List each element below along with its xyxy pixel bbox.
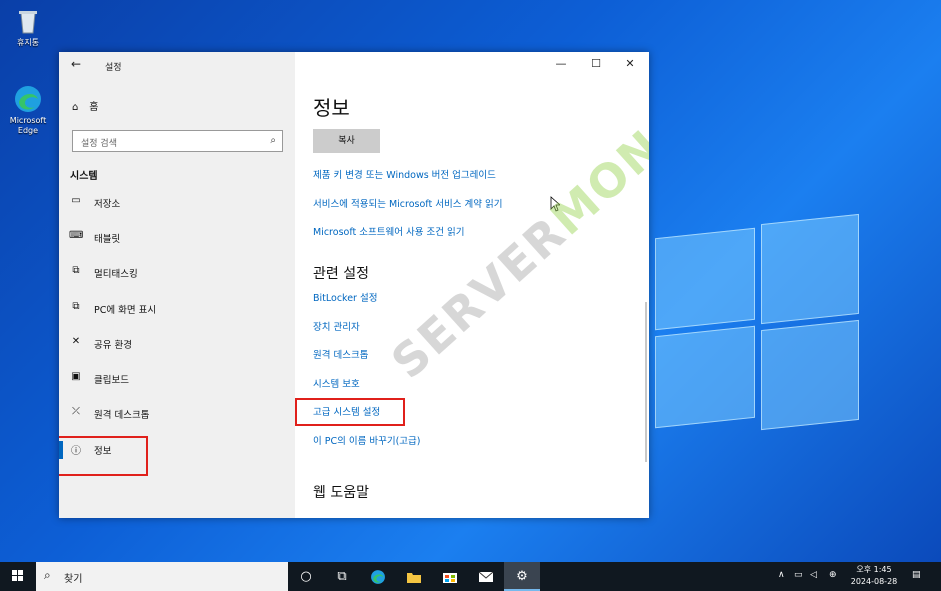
store-icon [443, 572, 457, 583]
gear-icon: ⚙ [516, 569, 528, 584]
link-license-terms[interactable]: Microsoft 소프트웨어 사용 조건 읽기 [313, 224, 464, 238]
cortana-button[interactable]: ○ [288, 562, 324, 591]
sidebar-item-label: 태블릿 [94, 234, 121, 245]
taskbar-settings-button[interactable]: ⚙ [504, 562, 540, 591]
copy-button[interactable]: 복사 [313, 129, 380, 153]
start-button[interactable] [0, 562, 36, 591]
link-rename-pc[interactable]: 이 PC의 이름 바꾸기(고급) [313, 433, 421, 447]
settings-window: ← 설정 ⌂ 홈 설정 검색 ⌕ 시스템 ▭ 저장소 ⌨ 태블릿 ⧉ 멀티태스킹… [59, 52, 649, 518]
clipboard-icon: ▣ [71, 371, 81, 382]
link-bitlocker[interactable]: BitLocker 설정 [313, 290, 377, 304]
notification-icon[interactable]: ▤ [912, 570, 921, 580]
sidebar-item-project[interactable]: ⧉ PC에 화면 표시 [59, 297, 295, 321]
link-service-agreement[interactable]: 서비스에 적용되는 Microsoft 서비스 계약 읽기 [313, 196, 502, 210]
link-system-protection[interactable]: 시스템 보호 [313, 376, 360, 390]
sidebar-item-clipboard[interactable]: ▣ 클립보드 [59, 367, 295, 391]
sidebar-item-label: 공유 환경 [94, 340, 132, 351]
link-device-manager[interactable]: 장치 관리자 [313, 319, 360, 333]
taskbar-edge-button[interactable] [360, 562, 396, 591]
link-remote-desktop[interactable]: 원격 데스크톱 [313, 347, 368, 361]
clock-date: 2024-08-28 [850, 577, 898, 586]
scrollbar[interactable] [645, 302, 647, 462]
desktop-icon-edge[interactable]: Microsoft Edge [0, 84, 56, 136]
network-icon[interactable]: ▭ [794, 570, 803, 580]
taskbar-clock[interactable]: 오후 1:45 2024-08-28 [847, 564, 901, 588]
storage-icon: ▭ [71, 195, 81, 206]
sidebar-item-shared[interactable]: ✕ 공유 환경 [59, 332, 295, 356]
sidebar-item-label: 원격 데스크톱 [94, 410, 150, 421]
volume-icon[interactable]: ◁ [810, 570, 817, 580]
settings-search-input[interactable]: 설정 검색 ⌕ [72, 130, 283, 152]
project-icon: ⧉ [72, 301, 80, 312]
minimize-button[interactable]: — [551, 57, 571, 70]
taskbar-search-box[interactable]: ⌕ 찾기 [36, 562, 288, 591]
sidebar-home[interactable]: ⌂ 홈 [72, 98, 98, 113]
sidebar-item-label: 저장소 [94, 199, 121, 210]
mail-icon [478, 571, 494, 582]
clock-time: 오후 1:45 [856, 565, 892, 574]
sidebar-item-storage[interactable]: ▭ 저장소 [59, 191, 295, 215]
shared-experiences-icon: ✕ [71, 336, 81, 347]
edge-icon [13, 84, 43, 114]
taskbar-store-button[interactable] [432, 562, 468, 591]
maximize-button[interactable]: ☐ [586, 57, 606, 70]
taskbar-explorer-button[interactable] [396, 562, 432, 591]
ime-indicator[interactable]: ⊕ [829, 570, 837, 580]
sidebar-item-remote-desktop[interactable]: ⤫ 원격 데스크톱 [59, 402, 295, 426]
search-icon: ⌕ [270, 135, 276, 146]
folder-icon [407, 572, 421, 583]
windows-start-icon [12, 570, 23, 581]
back-arrow-icon[interactable]: ← [71, 57, 81, 71]
home-label: 홈 [89, 102, 99, 113]
search-icon: ⌕ [44, 568, 51, 582]
sidebar-section-title: 시스템 [70, 171, 98, 182]
taskbar: ⌕ 찾기 ○ ⧉ ⚙ ∧ ▭ ◁ ⊕ 오후 1:45 2024-08-28 ▤ [0, 562, 941, 591]
link-change-product-key[interactable]: 제품 키 변경 또는 Windows 버전 업그레이드 [313, 167, 496, 181]
highlight-box [59, 436, 148, 476]
home-icon: ⌂ [72, 102, 79, 113]
search-placeholder: 설정 검색 [81, 139, 117, 149]
desktop-icon-recycle-bin[interactable]: 휴지통 [0, 6, 56, 48]
task-view-icon: ⧉ [337, 569, 347, 584]
remote-desktop-icon: ⤫ [72, 406, 80, 417]
sidebar-item-label: PC에 화면 표시 [94, 305, 157, 316]
close-button[interactable]: ✕ [620, 57, 640, 70]
page-title: 정보 [313, 96, 350, 120]
edge-icon [371, 569, 385, 584]
windows-wallpaper-logo [655, 205, 895, 435]
tablet-icon: ⌨ [69, 230, 84, 241]
chevron-up-icon[interactable]: ∧ [778, 570, 785, 580]
sidebar-item-tablet[interactable]: ⌨ 태블릿 [59, 226, 295, 250]
sidebar-item-label: 클립보드 [94, 375, 129, 386]
desktop-icon-label: 휴지통 [16, 38, 40, 47]
related-settings-title: 관련 설정 [313, 266, 369, 282]
taskbar-mail-button[interactable] [468, 562, 504, 591]
recycle-bin-icon [13, 6, 43, 36]
sidebar-item-about[interactable]: ⓘ 정보 [59, 436, 295, 476]
settings-sidebar: ← 설정 ⌂ 홈 설정 검색 ⌕ 시스템 ▭ 저장소 ⌨ 태블릿 ⧉ 멀티태스킹… [59, 52, 295, 518]
web-help-title: 웹 도움말 [313, 485, 369, 501]
highlight-box [295, 398, 405, 426]
desktop-icon-label: Microsoft Edge [9, 116, 47, 135]
window-title: 설정 [105, 63, 122, 73]
cortana-icon: ○ [300, 569, 312, 584]
sidebar-item-label: 멀티태스킹 [94, 269, 138, 280]
sidebar-item-multitasking[interactable]: ⧉ 멀티태스킹 [59, 261, 295, 285]
task-view-button[interactable]: ⧉ [324, 562, 360, 591]
multitasking-icon: ⧉ [72, 265, 80, 276]
taskbar-search-placeholder: 찾기 [64, 574, 83, 585]
